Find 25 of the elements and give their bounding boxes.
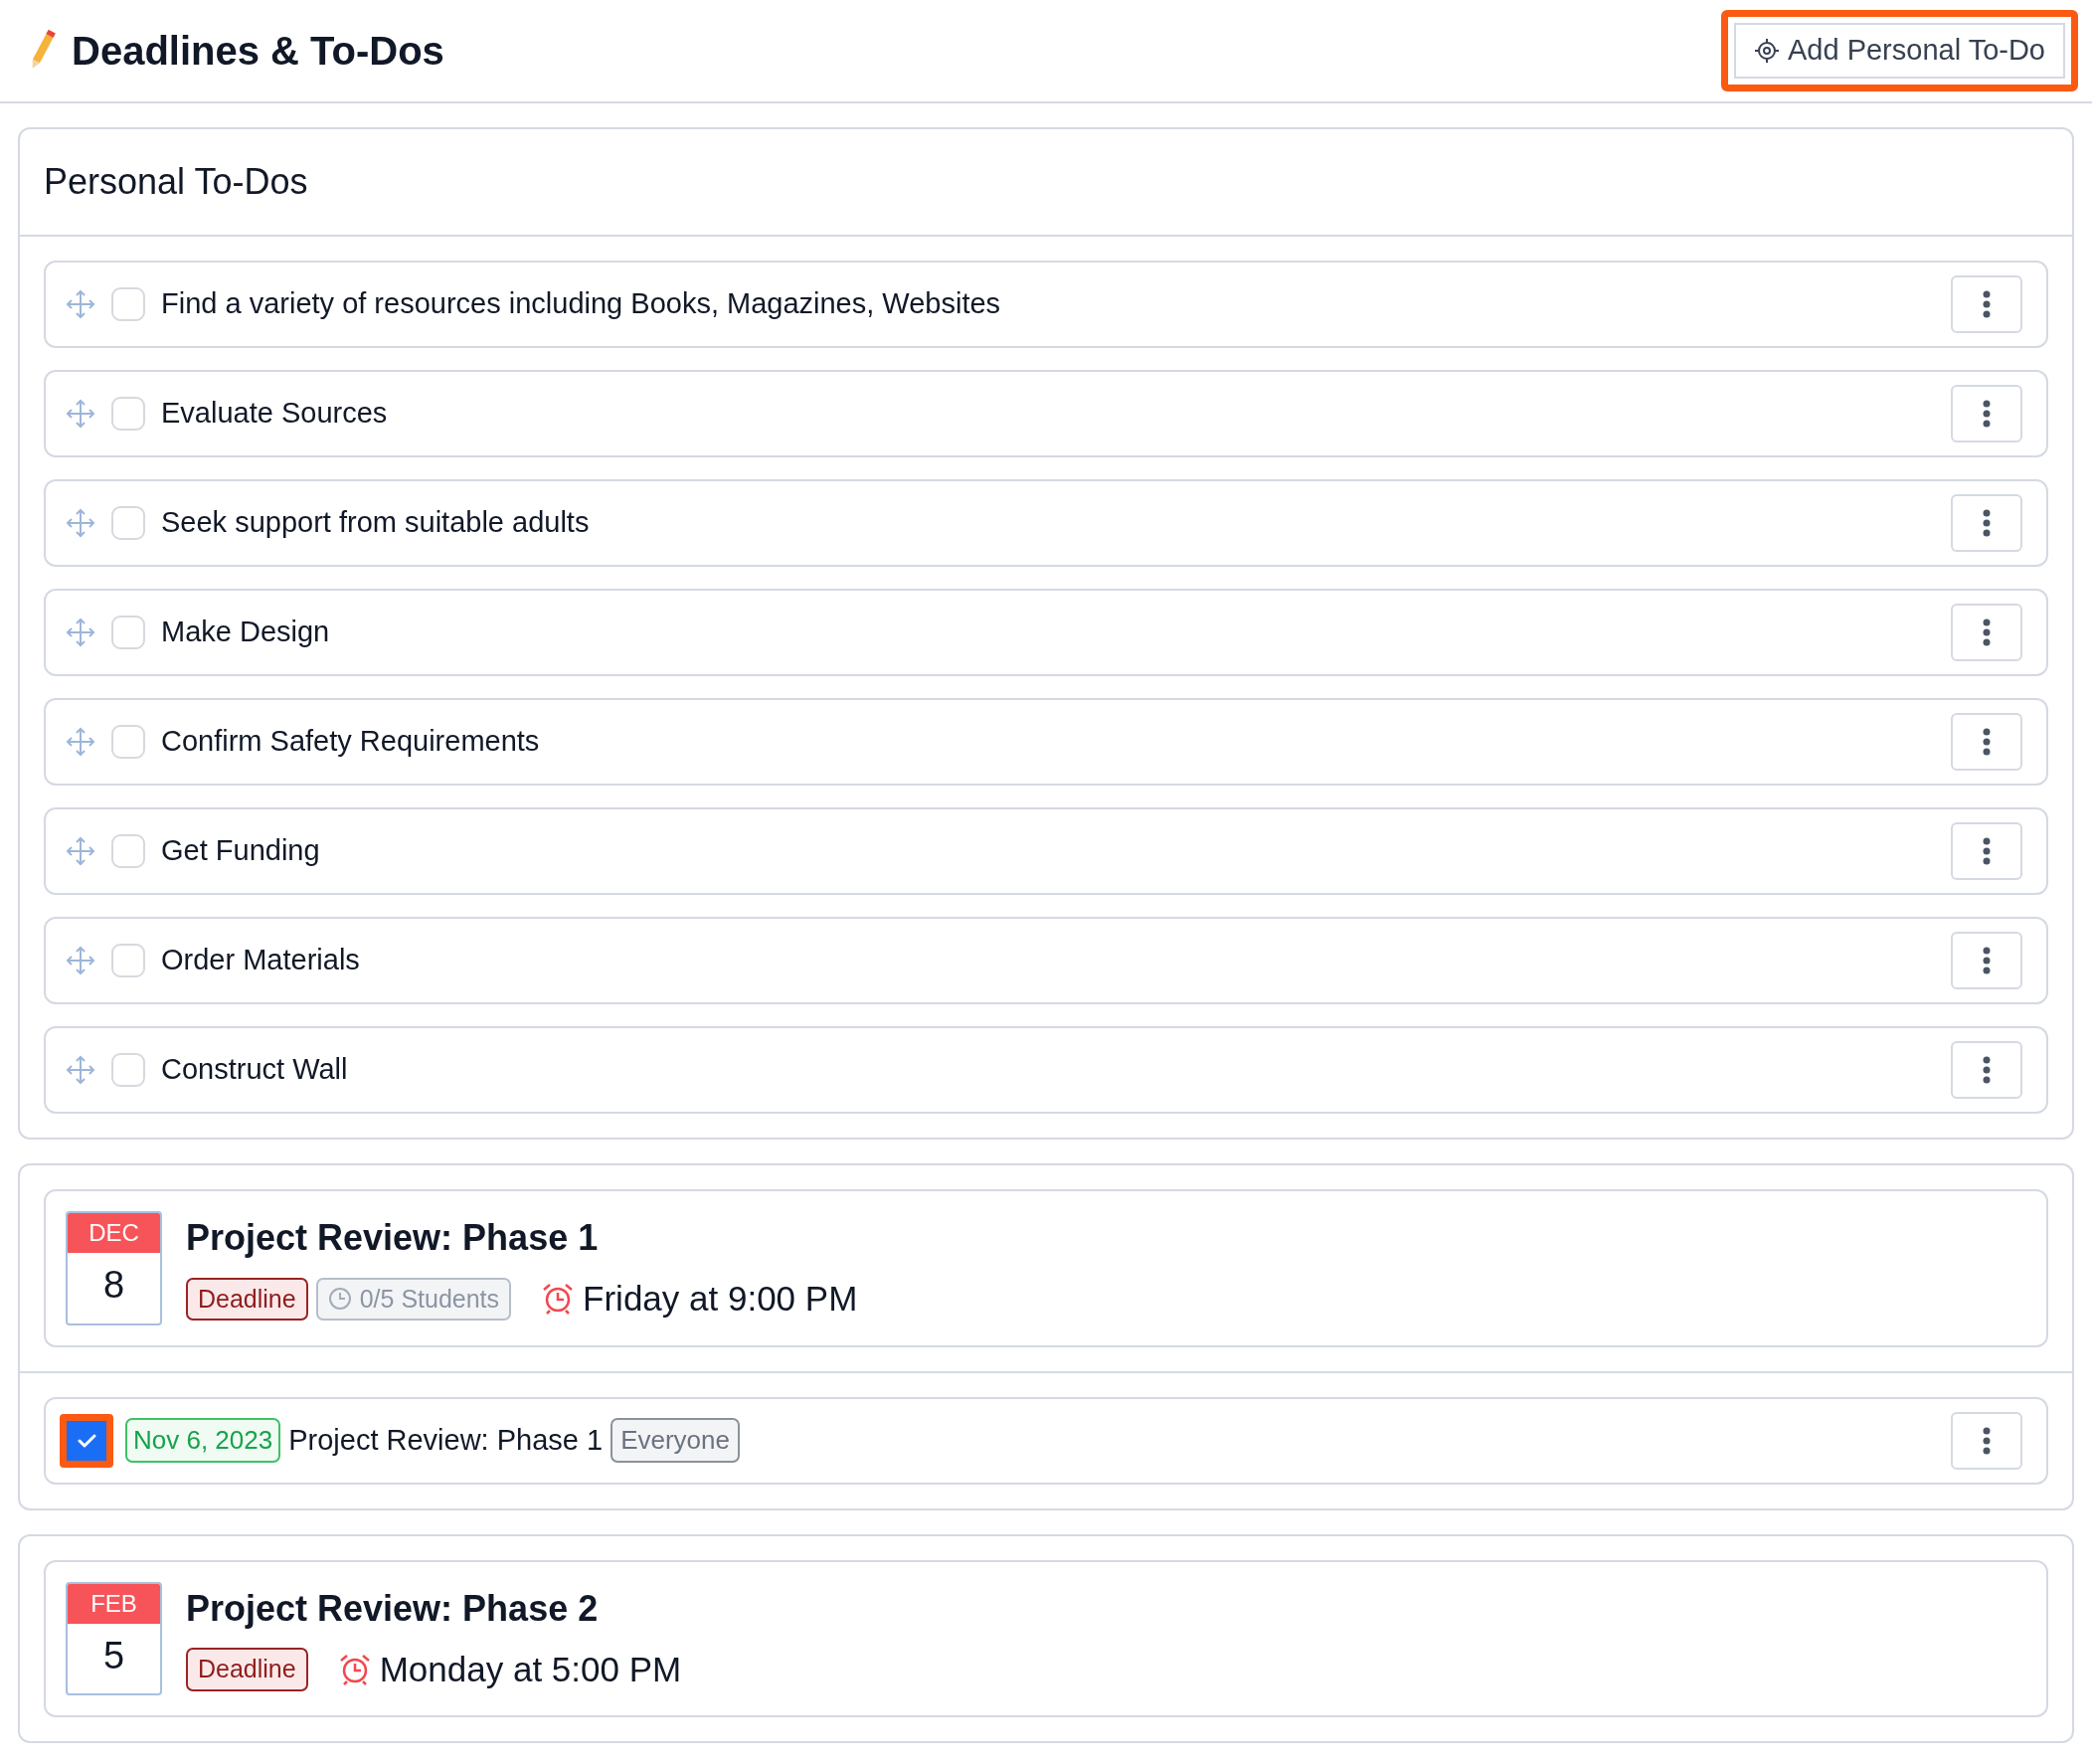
deadline-title: Project Review: Phase 2 <box>186 1586 600 1631</box>
todo-text: Get Funding <box>161 833 320 869</box>
todo-text: Construct Wall <box>161 1052 348 1088</box>
todo-text: Project Review: Phase 1 <box>288 1422 604 1458</box>
todo-text: Evaluate Sources <box>161 396 388 432</box>
deadline-tag: Deadline <box>186 1648 308 1691</box>
todo-text: Make Design <box>161 615 330 650</box>
calendar-day: 5 <box>68 1623 160 1690</box>
calendar-month: DEC <box>68 1213 160 1253</box>
deadline-title: Project Review: Phase 1 <box>186 1216 600 1260</box>
calendar-month: FEB <box>68 1583 160 1624</box>
date-tag: Nov 6, 2023 <box>125 1418 281 1463</box>
calendar-day: 8 <box>68 1253 160 1320</box>
add-personal-todo-button[interactable]: Add Personal To-Do <box>1721 10 2078 91</box>
todo-text: Order Materials <box>161 943 360 978</box>
todo-text: Seek support from suitable adults <box>161 505 590 541</box>
card-title: Personal To-Dos <box>20 129 2072 237</box>
students-progress-tag: 0/5 Students <box>315 1277 512 1321</box>
due-time: Monday at 5:00 PM <box>379 1648 682 1690</box>
deadline-tag: Deadline <box>186 1277 308 1321</box>
todo-text: Find a variety of resources including Books, Magazines, Websites <box>161 286 1001 322</box>
due-time: Friday at 9:00 PM <box>583 1278 858 1320</box>
page-title: Deadlines & To-Dos <box>72 28 444 75</box>
audience-tag: Everyone <box>610 1418 740 1463</box>
todo-text: Confirm Safety Requirements <box>161 724 540 760</box>
